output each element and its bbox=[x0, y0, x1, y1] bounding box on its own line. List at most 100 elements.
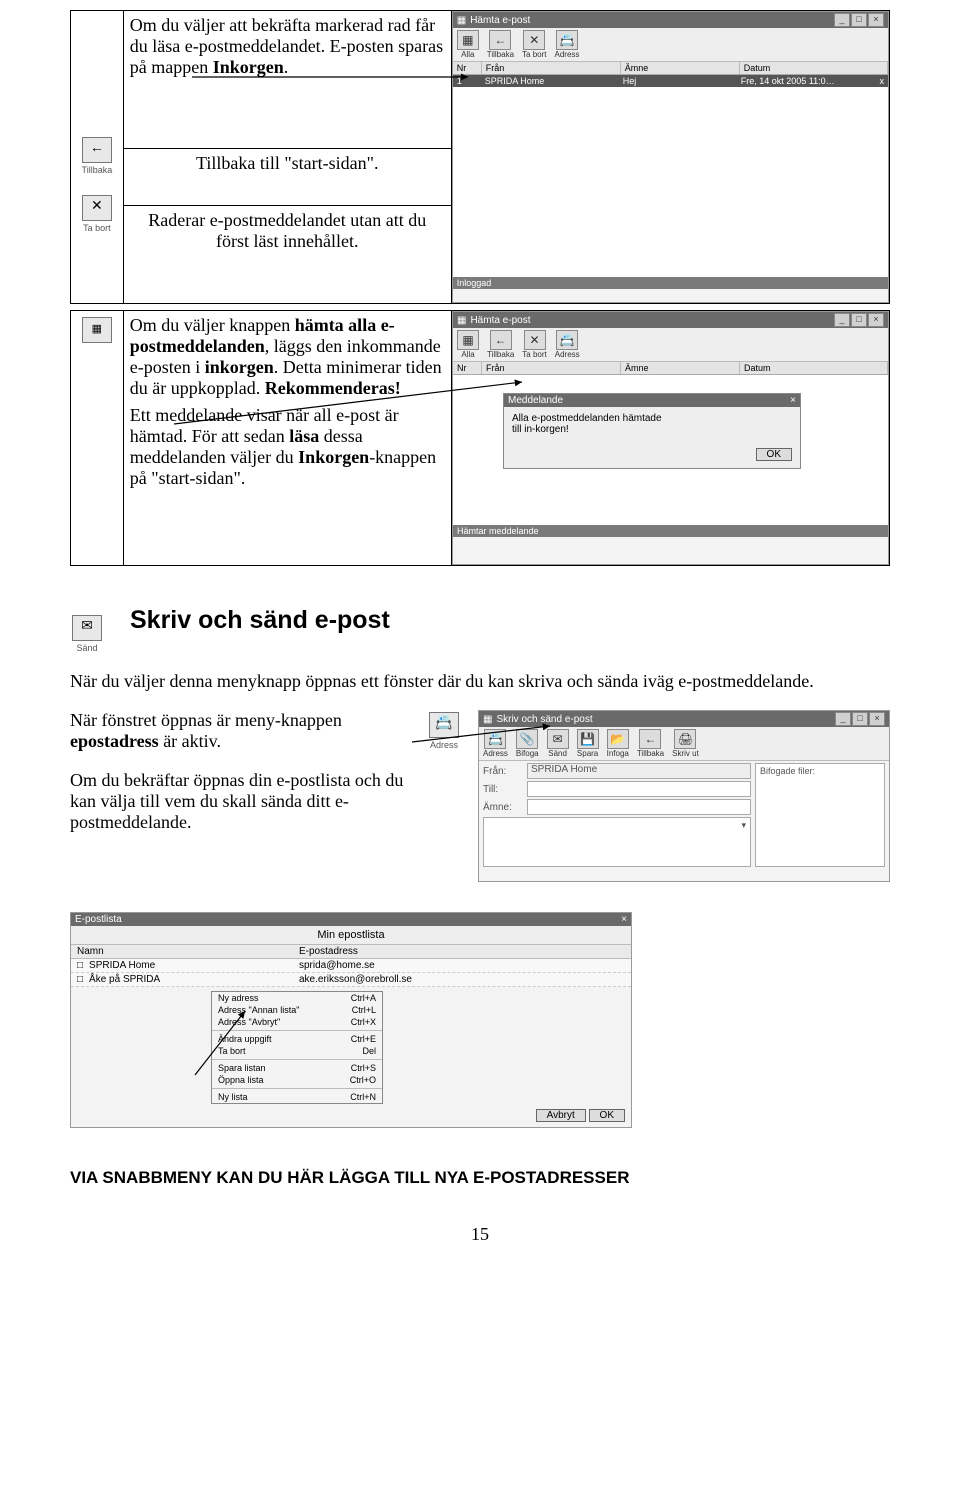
to-input[interactable] bbox=[527, 781, 751, 797]
adress-btn-col: 📇 Adress bbox=[422, 710, 466, 750]
menu-label: Spara listan bbox=[218, 1063, 266, 1073]
cell-name: □Åke på SPRIDA bbox=[71, 973, 293, 986]
tb-adress: 📇Adress bbox=[483, 729, 508, 758]
para-5: Ett meddelande visar när all e-post är h… bbox=[130, 405, 445, 489]
menu-shortcut: Ctrl+X bbox=[351, 1017, 376, 1027]
menu-item-edit[interactable]: Ändra uppgiftCtrl+E bbox=[212, 1033, 382, 1045]
menu-item-new-list[interactable]: Ny listaCtrl+N bbox=[212, 1091, 382, 1103]
menu-item-new-address[interactable]: Ny adressCtrl+A bbox=[212, 992, 382, 1004]
tb-label: Alla bbox=[461, 350, 474, 359]
to-field: Till: bbox=[483, 781, 751, 797]
window-titlebar: ▦Skriv och sänd e-post _□× bbox=[479, 711, 889, 727]
back-arrow-icon: ← bbox=[82, 137, 112, 163]
cell-addr: sprida@home.se bbox=[293, 959, 381, 972]
empty-area: Meddelande × Alla e-postmeddelanden hämt… bbox=[453, 375, 888, 525]
tb-label: Tillbaka bbox=[487, 350, 514, 359]
window-controls: _□× bbox=[833, 313, 884, 327]
col-from: Från bbox=[482, 62, 621, 74]
section-table-2: ▦ Om du väljer knappen hämta alla e-post… bbox=[70, 310, 890, 566]
ok-button[interactable]: OK bbox=[756, 448, 792, 461]
menu-item-save-list[interactable]: Spara listanCtrl+S bbox=[212, 1062, 382, 1074]
maximize-icon: □ bbox=[851, 13, 867, 27]
adress-label: Adress bbox=[422, 740, 466, 750]
menu-separator bbox=[212, 1088, 382, 1089]
delete-label: Ta bort bbox=[77, 223, 117, 233]
col-nr: Nr bbox=[453, 62, 482, 74]
subject-input[interactable] bbox=[527, 799, 751, 815]
close-icon: × bbox=[621, 914, 627, 925]
text-bold: Inkorgen bbox=[213, 57, 284, 77]
send-button-icon-col: ✉ Sänd bbox=[70, 613, 104, 653]
para-7: När fönstret öppnas är meny-knappen epos… bbox=[70, 710, 410, 752]
menu-separator bbox=[212, 1059, 382, 1060]
menu-shortcut: Ctrl+E bbox=[351, 1034, 376, 1044]
icon-column: ← Tillbaka ✕ Ta bort bbox=[71, 11, 124, 304]
cell: x bbox=[876, 75, 889, 87]
from-value: SPRIDA Home bbox=[527, 763, 751, 779]
tb-tabort: ✕Ta bort bbox=[522, 330, 546, 359]
compose-toolbar: 📇Adress 📎Bifoga ✉Sänd 💾Spara 📂Infoga ←Ti… bbox=[479, 727, 889, 761]
cell: SPRIDA Home bbox=[481, 75, 619, 87]
tb-label: Infoga bbox=[607, 749, 629, 758]
print-icon: 🖨 bbox=[674, 729, 696, 749]
col-nr: Nr bbox=[453, 362, 482, 374]
tb-label: Adress bbox=[483, 749, 508, 758]
window-title-text: Hämta e-post bbox=[470, 15, 530, 26]
menu-label: Ta bort bbox=[218, 1046, 246, 1056]
minimize-icon: _ bbox=[835, 712, 851, 726]
dialog-titlebar: Meddelande × bbox=[504, 394, 800, 407]
maximize-icon: □ bbox=[851, 313, 867, 327]
subject-field: Ämne: bbox=[483, 799, 751, 815]
delete-x-icon: ✕ bbox=[524, 330, 546, 350]
address-icon: 📇 bbox=[429, 712, 459, 738]
save-icon: 💾 bbox=[577, 729, 599, 749]
tb-sand: ✉Sänd bbox=[547, 729, 569, 758]
window-hamta-epost-1: ▦Hämta e-post _□× ▦Alla ←Tillbaka ✕Ta bo… bbox=[452, 11, 889, 303]
address-icon: 📇 bbox=[556, 330, 578, 350]
tb-alla: ▦Alla bbox=[457, 30, 479, 59]
fetch-all-icon: ▦ bbox=[82, 317, 112, 343]
screenshot-cell-1: ▦Hämta e-post _□× ▦Alla ←Tillbaka ✕Ta bo… bbox=[451, 11, 889, 304]
menu-item-open-list[interactable]: Öppna listaCtrl+O bbox=[212, 1074, 382, 1086]
window-title-text: E-postlista bbox=[75, 914, 122, 925]
minimize-icon: _ bbox=[834, 313, 850, 327]
insert-icon: 📂 bbox=[607, 729, 629, 749]
menu-label: Adress "Avbryt" bbox=[218, 1017, 280, 1027]
menu-shortcut: Ctrl+A bbox=[351, 993, 376, 1003]
tb-tabort: ✕Ta bort bbox=[522, 30, 546, 59]
window-controls: _□× bbox=[834, 712, 885, 726]
message-body[interactable]: ▾ bbox=[483, 817, 751, 867]
cell: Hej bbox=[619, 75, 737, 87]
subject-label: Ämne: bbox=[483, 802, 527, 813]
compose-body: Från: SPRIDA Home Till: Ämne: ▾ bbox=[479, 761, 889, 869]
tb-label: Alla bbox=[461, 50, 474, 59]
list-row-selected: 1 SPRIDA Home Hej Fre, 14 okt 2005 11:0…… bbox=[453, 75, 888, 87]
app-icon: ▦ bbox=[483, 714, 492, 725]
tb-label: Adress bbox=[555, 350, 580, 359]
menu-shortcut: Ctrl+O bbox=[350, 1075, 376, 1085]
menu-shortcut: Del bbox=[362, 1046, 376, 1056]
menu-item-delete[interactable]: Ta bort Del bbox=[212, 1045, 382, 1057]
back-arrow-icon: ← bbox=[489, 30, 511, 50]
text-bold: läsa bbox=[289, 426, 319, 446]
para-2: Tillbaka till "start-sidan". bbox=[123, 148, 451, 205]
ok-button[interactable]: OK bbox=[589, 1109, 625, 1122]
tb-bifoga: 📎Bifoga bbox=[516, 729, 539, 758]
tb-tillbaka: ←Tillbaka bbox=[487, 330, 514, 359]
tb-label: Ta bort bbox=[522, 50, 546, 59]
close-icon: × bbox=[868, 313, 884, 327]
cell-addr: ake.eriksson@orebroll.se bbox=[293, 973, 418, 986]
minimize-icon: _ bbox=[834, 13, 850, 27]
all-icon: ▦ bbox=[457, 30, 479, 50]
para-4: Om du väljer knappen hämta alla e-postme… bbox=[130, 315, 445, 399]
compose-window: ▦Skriv och sänd e-post _□× 📇Adress 📎Bifo… bbox=[478, 710, 890, 882]
tb-label: Tillbaka bbox=[637, 749, 664, 758]
status-bar: Inloggad bbox=[453, 277, 888, 289]
menu-item-address-cancel[interactable]: Adress "Avbryt" Ctrl+X bbox=[212, 1016, 382, 1028]
para-3: Raderar e-postmeddelandet utan att du fö… bbox=[123, 206, 451, 304]
maximize-icon: □ bbox=[852, 712, 868, 726]
list-header: Nr Från Ämne Datum bbox=[453, 62, 888, 75]
address-icon: 📇 bbox=[556, 30, 578, 50]
cancel-button[interactable]: Avbryt bbox=[536, 1109, 586, 1122]
menu-item-other-list[interactable]: Adress "Annan lista"Ctrl+L bbox=[212, 1004, 382, 1016]
